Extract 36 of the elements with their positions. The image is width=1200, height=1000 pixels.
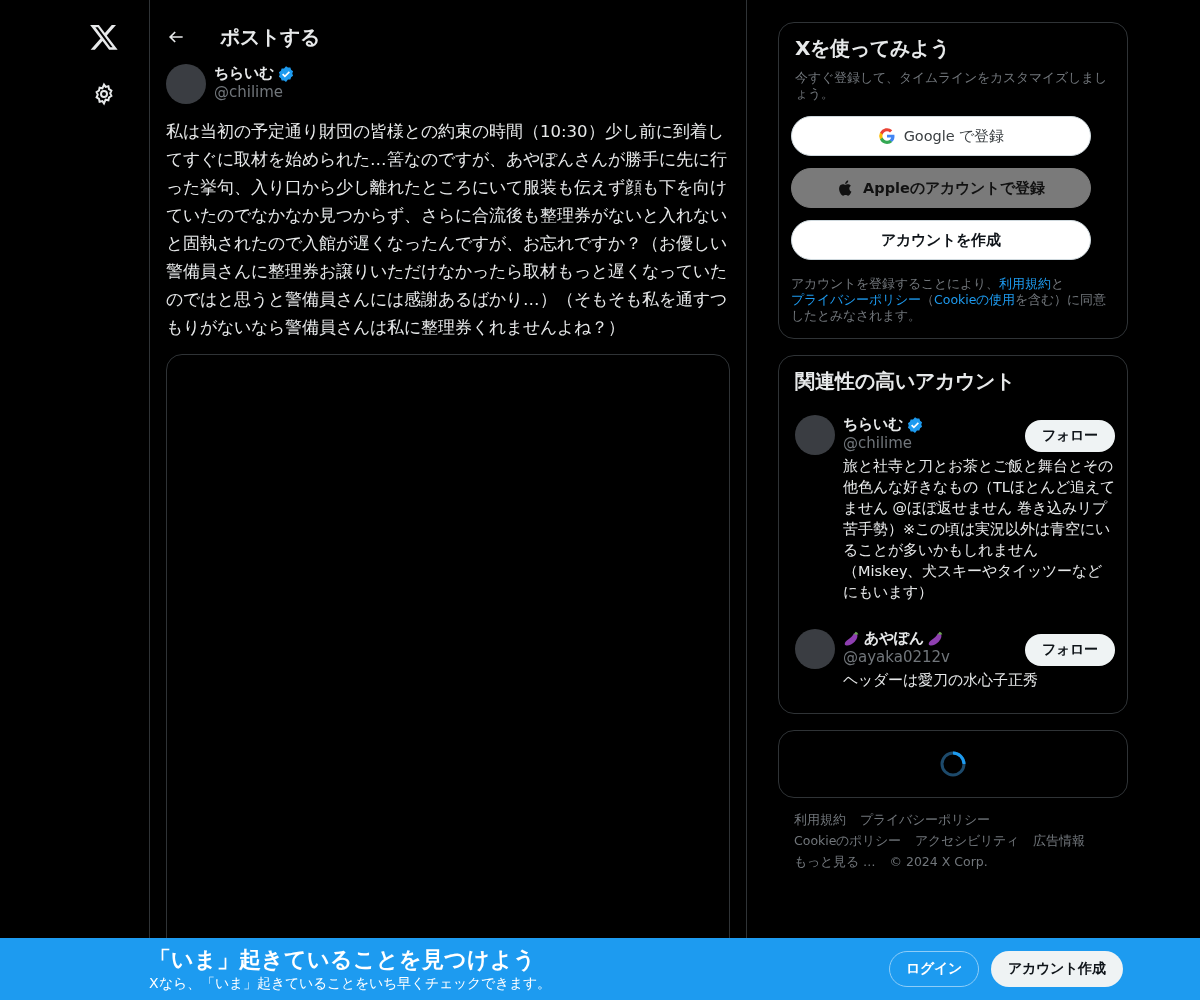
settings-icon[interactable] [92,82,116,106]
account-bio: 旅と社寺と刀とお茶とご飯と舞台とその他色んな好きなもの（TLほとんど追えてません @ほぼ返せません 巻き込みリプ苦手勢）※この頃は実況以外は青空にいることが多いかもしれません（Miskey、犬スキーやタイッツーなどにもいます） [843,457,1115,602]
follow-button[interactable]: フォロー [1025,634,1115,666]
account-handle[interactable]: @ayaka0212v [843,648,950,666]
signup-subtitle: 今すぐ登録して、タイムラインをカスタマイズしましょう。 [795,70,1108,102]
apple-signup-button[interactable]: Appleのアカウントで登録 [791,168,1091,208]
account-name[interactable]: ちらいむ [843,415,903,434]
legal-link[interactable]: プライバシーポリシー [791,292,921,307]
create-signup-button[interactable]: アカウントを作成 [791,220,1091,260]
legal-link[interactable]: Cookieの使用 [934,292,1016,307]
banner-subtitle: Xなら、「いま」起きていることをいち早くチェックできます。 [149,975,551,993]
footer-link[interactable]: もっと見る … [794,854,876,871]
post-text: 私は当初の予定通り財団の皆様との約束の時間（10:30）少し前に到着してすぐに取材を始められた…筈なのですが、あやぽんさんが勝手に先に行った挙句、入り口から少し離れたところにいて服装も伝えず顔も下を向けていたのでなかなか見つからず、さらに合流後も整理券がないと入れないと固執されたので入館が遅くなったんですが、お忘れですか？（お優しい警備員さんに整理券お譲りいただけなかったら取材もっと遅くなっていたのではと思うと警備員さんには感謝あるばかり…）（そもそも私を通すつもりがないなら警備員さんは私に整理券くれませんよね？） [166,121,728,339]
follow-button[interactable]: フォロー [1025,420,1115,452]
card-title: 関連性の高いアカウント [795,368,1016,395]
footer-link[interactable]: Cookieのポリシー [794,833,902,850]
google-g-icon [877,127,896,145]
page-title: ポストする [220,23,320,51]
card-title: Xを使ってみよう [795,35,952,62]
author-name[interactable]: ちらいむ [214,64,274,83]
account-handle[interactable]: @chilime [843,434,924,452]
footer-link[interactable]: © 2024 X Corp. [889,854,988,871]
account-bio: ヘッダーは愛刀の水心子正秀 [843,671,1039,690]
author-handle[interactable]: @chilime [214,83,295,101]
x-logo-icon[interactable] [89,22,119,52]
legal-link[interactable]: 利用規約 [999,276,1051,291]
account-name[interactable]: あやぽん [864,629,924,648]
footer-link[interactable]: プライバシーポリシー [860,812,990,829]
footer-link[interactable]: 広告情報 [1033,833,1086,850]
legal-text: アカウントを登録することにより、利用規約 と プライバシーポリシー（Cookieの使用を含む）に同意したとみなされます。 [791,276,1108,324]
loading-spinner-icon [939,750,967,778]
footer-link[interactable]: 利用規約 [794,812,846,829]
create-account-button[interactable]: アカウント作成 [991,951,1123,987]
footer-link[interactable]: アクセシビリティ [915,833,1020,850]
banner-title: 「いま」起きていることを見つけよう [149,946,537,974]
google-signup-button[interactable]: Google で登録 [791,116,1091,156]
